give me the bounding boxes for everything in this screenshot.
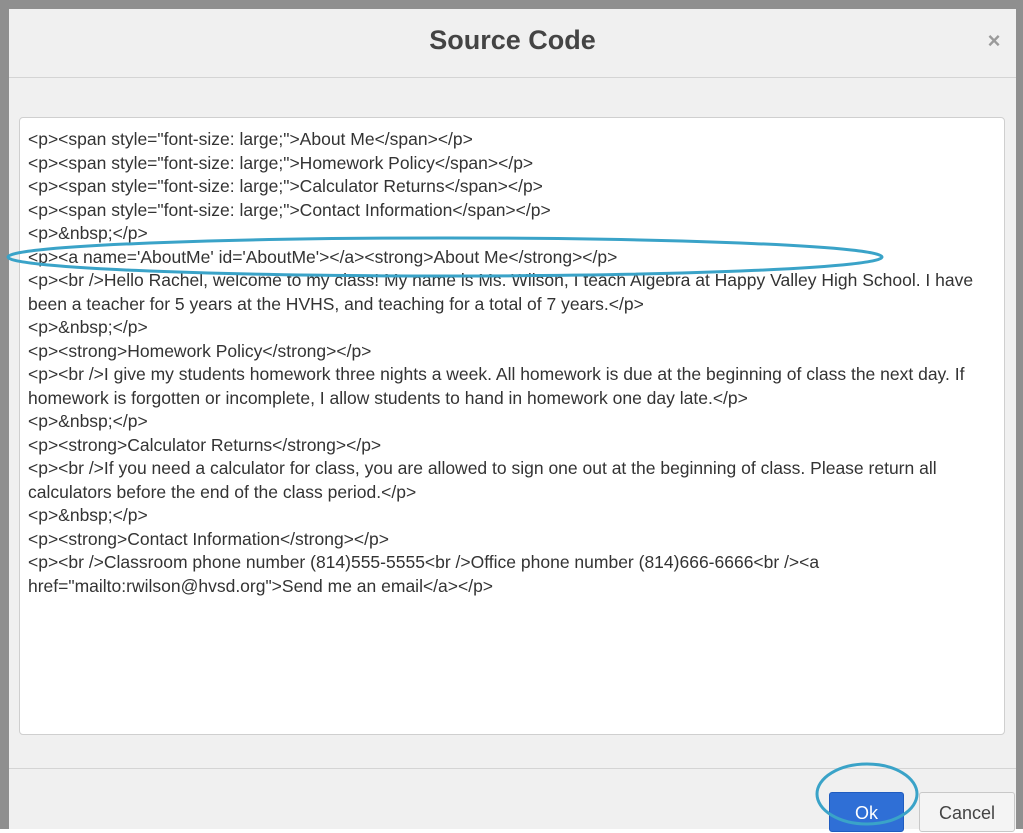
dialog-footer: Ok Cancel — [9, 768, 1016, 832]
source-code-dialog: Source Code × <p><span style="font-size:… — [0, 0, 1023, 832]
dialog-header: Source Code × — [9, 9, 1016, 78]
source-code-textarea[interactable]: <p><span style="font-size: large;">About… — [19, 117, 1005, 735]
dialog-body: <p><span style="font-size: large;">About… — [9, 78, 1016, 768]
ok-button[interactable]: Ok — [829, 792, 904, 832]
dialog-title: Source Code — [429, 25, 596, 55]
cancel-button[interactable]: Cancel — [919, 792, 1015, 832]
close-icon[interactable]: × — [982, 29, 1006, 53]
